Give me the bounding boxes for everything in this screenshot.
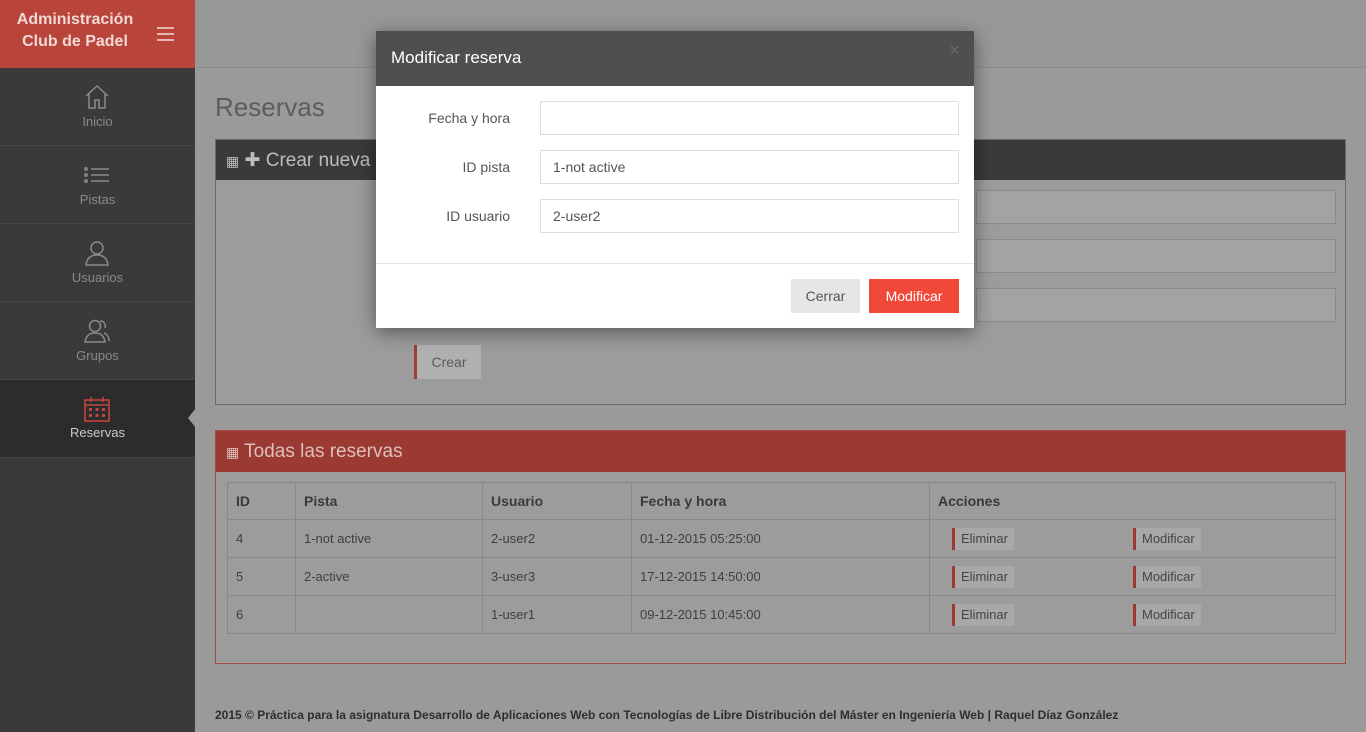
page-title: Reservas (215, 92, 325, 122)
modify-button[interactable]: Modificar (1133, 566, 1201, 588)
modify-button[interactable]: Modificar (1133, 528, 1201, 550)
delete-button[interactable]: Eliminar (952, 604, 1014, 626)
sidebar-item-inicio[interactable]: Inicio (0, 68, 195, 146)
user-icon (85, 241, 109, 266)
cell-fecha: 17-12-2015 14:50:00 (631, 557, 930, 596)
sidebar-item-label: Pistas (79, 192, 116, 207)
menu-toggle-icon[interactable] (157, 27, 174, 41)
cell-id: 5 (227, 557, 296, 596)
reservations-panel: ▦ Todas las reservas ID Pista Usuario Fe… (215, 430, 1346, 664)
sidebar-item-label: Reservas (70, 425, 125, 440)
create-pista-input[interactable] (976, 239, 1336, 273)
group-icon (84, 319, 110, 343)
modify-reservation-modal: Modificar reserva × Fecha y hora ID pist… (376, 31, 974, 328)
modify-button[interactable]: Modificar (1133, 604, 1201, 626)
create-fecha-input[interactable] (976, 190, 1336, 224)
modal-header: Modificar reserva × (376, 31, 974, 86)
usuario-label: ID usuario (446, 208, 510, 224)
plus-icon: ✚ (244, 150, 261, 171)
modificar-button[interactable]: Modificar (869, 279, 959, 313)
sidebar-item-label: Grupos (76, 348, 119, 363)
delete-button[interactable]: Eliminar (952, 566, 1014, 588)
table-row: 6 1-user1 09-12-2015 10:45:00 Eliminar M… (227, 595, 1336, 634)
reservations-panel-heading: ▦ Todas las reservas (216, 431, 1345, 472)
column-header-acciones: Acciones (929, 482, 1336, 520)
reservations-panel-title: Todas las reservas (244, 441, 403, 462)
cell-usuario: 1-user1 (482, 595, 632, 634)
table-row: 5 2-active 3-user3 17-12-2015 14:50:00 E… (227, 557, 1336, 596)
cell-acciones: Eliminar Modificar (929, 557, 1336, 596)
cell-fecha: 01-12-2015 05:25:00 (631, 519, 930, 558)
form-row-fecha: Fecha y hora (376, 101, 974, 135)
cell-usuario: 2-user2 (482, 519, 632, 558)
cell-id: 4 (227, 519, 296, 558)
cell-pista: 2-active (295, 557, 483, 596)
sidebar-item-usuarios[interactable]: Usuarios (0, 224, 195, 302)
cell-usuario: 3-user3 (482, 557, 632, 596)
list-icon (84, 167, 109, 183)
sidebar-item-reservas[interactable]: Reservas (0, 380, 196, 458)
cell-acciones: Eliminar Modificar (929, 519, 1336, 558)
column-header-id: ID (227, 482, 296, 520)
table-row: 4 1-not active 2-user2 01-12-2015 05:25:… (227, 519, 1336, 558)
home-icon (85, 84, 109, 109)
usuario-input[interactable] (540, 199, 959, 233)
fecha-label: Fecha y hora (428, 110, 510, 126)
sidebar-item-label: Inicio (82, 114, 113, 129)
cell-acciones: Eliminar Modificar (929, 595, 1336, 634)
pista-label: ID pista (462, 159, 510, 175)
table-header-row: ID Pista Usuario Fecha y hora Acciones (227, 482, 1336, 520)
cell-fecha: 09-12-2015 10:45:00 (631, 595, 930, 634)
brand-line-1: Administración (16, 11, 134, 28)
pista-input[interactable] (540, 150, 959, 184)
brand-line-2: Club de Padel (22, 33, 128, 50)
column-header-usuario: Usuario (482, 482, 632, 520)
cell-id: 6 (227, 595, 296, 634)
active-indicator (188, 408, 196, 428)
brand-header: Administración Club de Padel (0, 0, 195, 68)
fecha-input[interactable] (540, 101, 959, 135)
cerrar-button[interactable]: Cerrar (791, 279, 860, 313)
form-row-pista: ID pista (376, 150, 974, 184)
sidebar-item-pistas[interactable]: Pistas (0, 146, 195, 224)
create-panel-title: Crear nueva re (265, 150, 393, 171)
calendar-icon (84, 397, 110, 422)
calendar-icon: ▦ (226, 153, 240, 169)
calendar-icon: ▦ (226, 444, 240, 460)
reservations-table: ID Pista Usuario Fecha y hora Acciones 4… (227, 482, 1336, 634)
close-icon[interactable]: × (949, 40, 960, 61)
column-header-pista: Pista (295, 482, 483, 520)
column-header-fecha: Fecha y hora (631, 482, 930, 520)
cell-pista: 1-not active (295, 519, 483, 558)
form-row-usuario: ID usuario (376, 199, 974, 233)
sidebar-item-grupos[interactable]: Grupos (0, 302, 195, 380)
modal-title: Modificar reserva (391, 48, 522, 67)
footer-text: 2015 © Práctica para la asignatura Desar… (215, 708, 1119, 722)
sidebar-item-label: Usuarios (71, 270, 124, 285)
create-usuario-input[interactable] (976, 288, 1336, 322)
modal-divider (376, 263, 974, 264)
delete-button[interactable]: Eliminar (952, 528, 1014, 550)
create-button[interactable]: Crear (414, 345, 481, 379)
brand-title[interactable]: Administración Club de Padel (0, 9, 150, 53)
sidebar: Administración Club de Padel Inicio Pist… (0, 0, 196, 732)
cell-pista (295, 595, 483, 634)
